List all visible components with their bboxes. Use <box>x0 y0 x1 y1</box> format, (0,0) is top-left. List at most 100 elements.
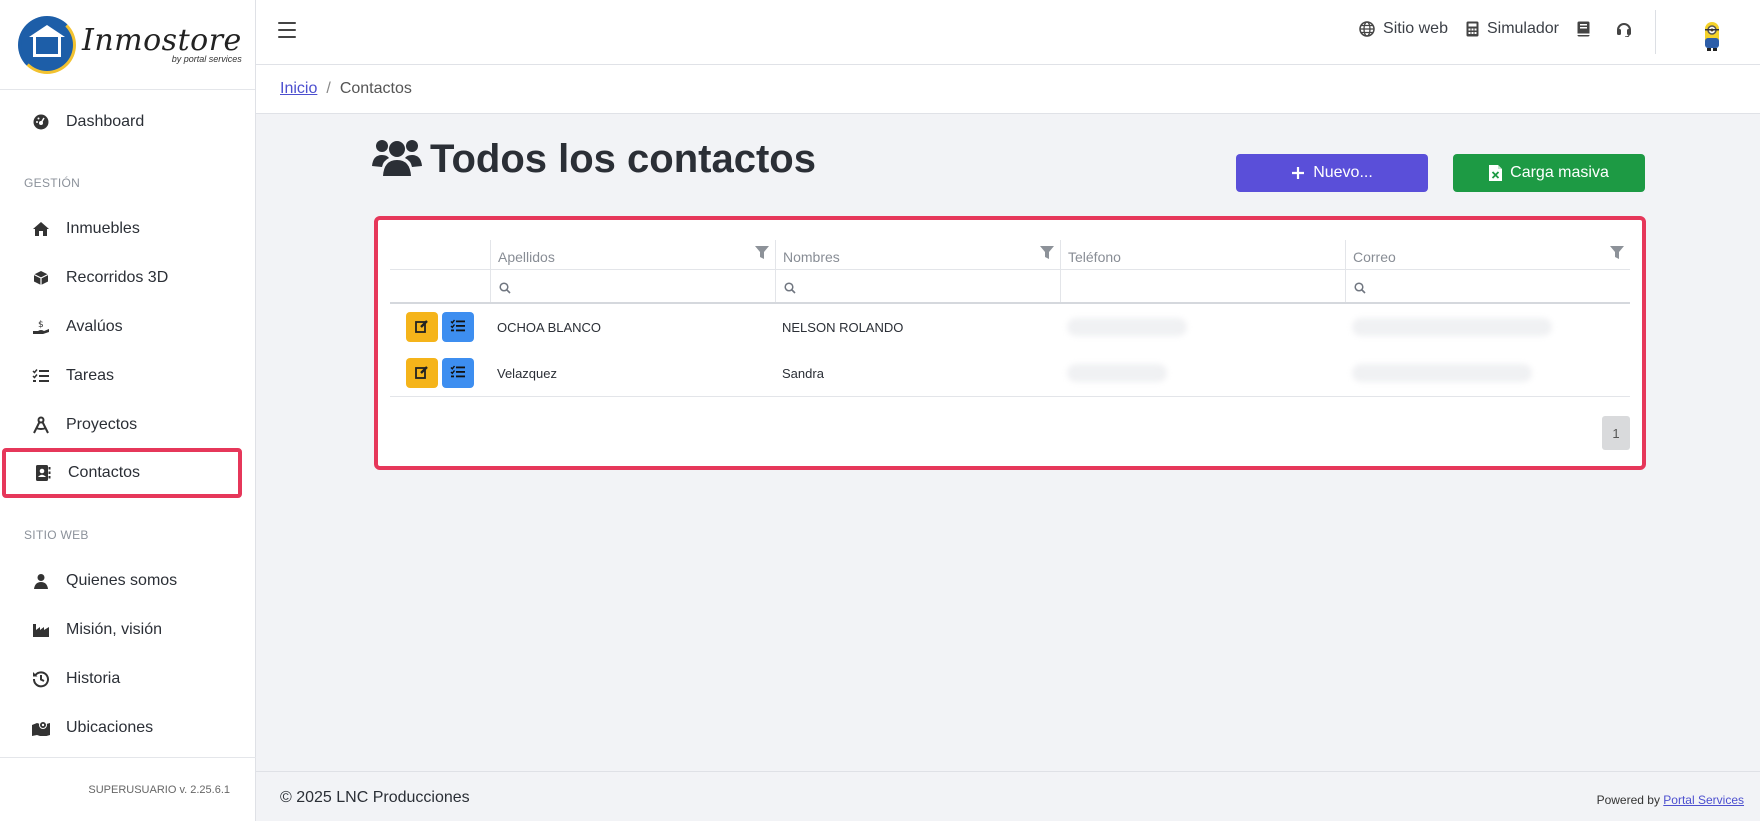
brand-tagline: by portal services <box>171 53 242 64</box>
sidebar-item-label: Recorridos 3D <box>66 269 169 286</box>
filter-row <box>390 270 1630 304</box>
search-icon <box>784 281 796 297</box>
topbar-divider <box>1655 10 1656 54</box>
sidebar: Inmostore by portal services Dashboard G… <box>0 0 256 821</box>
search-icon <box>499 281 511 297</box>
tasks-icon <box>450 319 466 336</box>
svg-text:$: $ <box>38 320 44 330</box>
column-header-apellidos[interactable]: Apellidos <box>490 240 775 269</box>
new-contact-label: Nuevo... <box>1313 164 1373 181</box>
filter-icon[interactable] <box>1610 246 1624 263</box>
sidebar-item-recorridos[interactable]: Recorridos 3D <box>0 257 256 299</box>
section-label-sitio-web: SITIO WEB <box>24 528 89 542</box>
breadcrumb-separator: / <box>326 80 331 97</box>
new-contact-button[interactable]: Nuevo... <box>1236 154 1428 192</box>
plus-icon <box>1291 166 1305 180</box>
cell-apellidos: Velazquez <box>497 365 557 381</box>
cell-telefono-redacted <box>1060 318 1345 336</box>
simulador-link[interactable]: Simulador <box>1466 20 1559 38</box>
menu-toggle-button[interactable] <box>278 22 296 38</box>
cube-icon <box>30 269 52 287</box>
filter-icon[interactable] <box>1040 246 1054 263</box>
users-icon <box>372 136 422 183</box>
pagination-page-button[interactable]: 1 <box>1602 416 1630 450</box>
support-button[interactable] <box>1616 21 1640 37</box>
sidebar-item-label: Tareas <box>66 367 115 384</box>
correo-filter-input[interactable] <box>1345 270 1630 302</box>
telefono-filter-input[interactable] <box>1060 270 1345 302</box>
bulk-upload-label: Carga masiva <box>1510 164 1609 181</box>
cell-telefono-redacted <box>1060 364 1345 382</box>
sidebar-item-label: Historia <box>66 670 121 687</box>
actions-column-header <box>390 240 490 269</box>
column-label: Correo <box>1353 249 1396 265</box>
page-header: Todos los contactos <box>372 136 816 183</box>
breadcrumb: Inicio / Contactos <box>256 65 1760 114</box>
sidebar-item-inmuebles[interactable]: Inmuebles <box>0 208 256 250</box>
breadcrumb-home-link[interactable]: Inicio <box>280 80 317 98</box>
sitio-web-label: Sitio web <box>1383 20 1448 37</box>
tasks-button[interactable] <box>442 358 474 388</box>
sidebar-item-proyectos[interactable]: Proyectos <box>0 404 256 446</box>
column-header-correo[interactable]: Correo <box>1345 240 1630 269</box>
tasks-button[interactable] <box>442 312 474 342</box>
search-icon <box>1354 281 1366 297</box>
section-label-gestion: GESTIÓN <box>24 176 81 190</box>
page-title: Todos los contactos <box>430 137 816 181</box>
bulk-upload-button[interactable]: Carga masiva <box>1453 154 1645 192</box>
address-book-icon <box>32 464 54 482</box>
dashboard-icon <box>30 113 52 131</box>
sidebar-item-historia[interactable]: Historia <box>0 658 256 700</box>
sidebar-item-avaluos[interactable]: $ Avalúos <box>0 306 256 348</box>
column-header-telefono[interactable]: Teléfono <box>1060 240 1345 269</box>
avatar[interactable] <box>1702 18 1722 52</box>
headset-icon <box>1616 21 1632 37</box>
simulador-label: Simulador <box>1486 20 1559 37</box>
table-bottom-border <box>390 396 1630 397</box>
column-header-nombres[interactable]: Nombres <box>775 240 1060 269</box>
edit-button[interactable] <box>406 312 438 342</box>
calculator-icon <box>1466 21 1479 37</box>
filter-icon[interactable] <box>755 246 769 263</box>
user-icon <box>30 572 52 590</box>
edit-icon <box>415 319 429 336</box>
industry-icon <box>30 621 52 639</box>
powered-by-prefix: Powered by <box>1596 793 1660 807</box>
hand-money-icon: $ <box>30 318 52 336</box>
sidebar-item-dashboard[interactable]: Dashboard <box>0 101 256 143</box>
sidebar-item-mision-vision[interactable]: Misión, visión <box>0 609 256 651</box>
brand-name: Inmostore <box>82 22 242 58</box>
sidebar-item-ubicaciones[interactable]: Ubicaciones <box>0 707 256 749</box>
sidebar-item-label: Quienes somos <box>66 572 178 589</box>
cell-correo-redacted <box>1345 364 1630 382</box>
logo[interactable]: Inmostore by portal services <box>0 0 255 90</box>
table-row: OCHOA BLANCO NELSON ROLANDO <box>390 304 1630 350</box>
sidebar-item-tareas[interactable]: Tareas <box>0 355 256 397</box>
history-icon <box>30 670 52 688</box>
sidebar-item-contactos[interactable]: Contactos <box>2 448 242 498</box>
sidebar-item-label: Avalúos <box>66 318 123 335</box>
nombres-filter-input[interactable] <box>775 270 1060 302</box>
table-row: Velazquez Sandra <box>390 350 1630 396</box>
apellidos-filter-input[interactable] <box>490 270 775 302</box>
logo-icon <box>18 15 76 74</box>
home-icon <box>30 220 52 238</box>
column-label: Nombres <box>783 249 840 265</box>
contacts-grid-panel: Apellidos Nombres Teléfono Correo OCHOA … <box>374 216 1646 470</box>
excel-file-icon <box>1489 165 1503 181</box>
map-icon <box>30 719 52 737</box>
copyright-text: © 2025 LNC Producciones <box>280 789 470 806</box>
breadcrumb-current: Contactos <box>339 80 412 97</box>
portal-services-link[interactable]: Portal Services <box>1663 793 1744 807</box>
cell-apellidos: OCHOA BLANCO <box>497 319 602 335</box>
sidebar-item-label: Misión, visión <box>66 621 163 638</box>
manual-button[interactable] <box>1577 21 1598 37</box>
edit-button[interactable] <box>406 358 438 388</box>
tasks-icon <box>30 367 52 385</box>
topbar: Sitio web Simulador <box>256 0 1760 65</box>
sidebar-item-quienes-somos[interactable]: Quienes somos <box>0 560 256 602</box>
sitio-web-link[interactable]: Sitio web <box>1359 20 1448 38</box>
column-label: Apellidos <box>498 249 555 265</box>
sidebar-item-label: Ubicaciones <box>66 719 154 736</box>
cell-correo-redacted <box>1345 318 1630 336</box>
